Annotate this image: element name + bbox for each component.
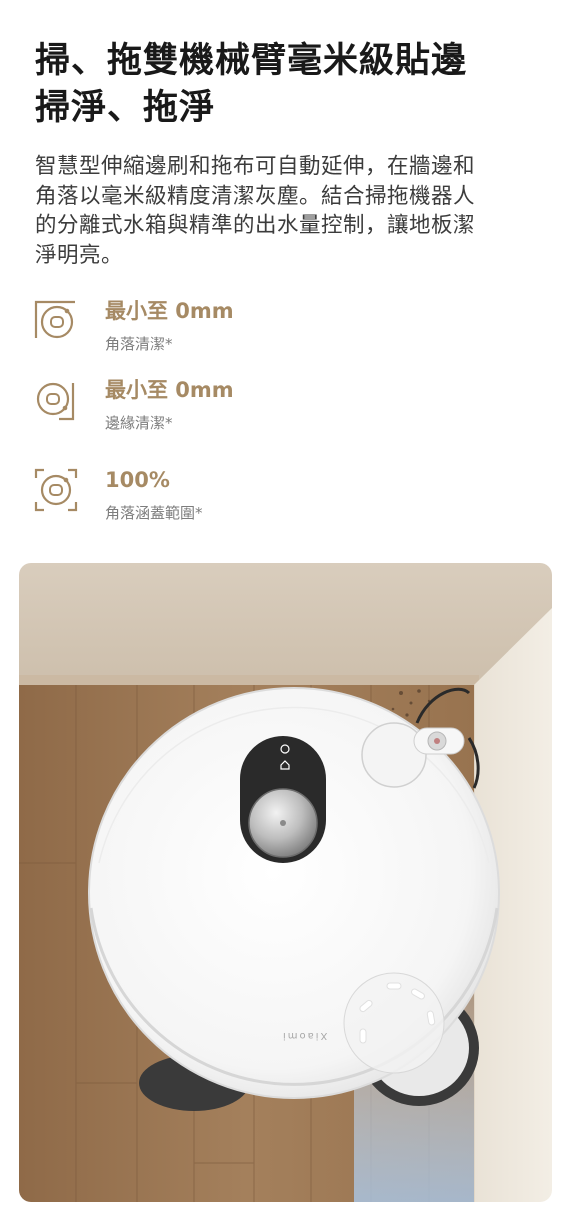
edge-cleaning-icon	[36, 382, 75, 421]
description-line-1: 智慧型伸縮邊刷和拖布可自動延伸，在牆邊和	[35, 154, 476, 179]
description-line-2: 角落以毫米級精度清潔灰塵。結合掃拖機器人	[35, 183, 476, 209]
product-photo: Xiaomi	[19, 563, 552, 1202]
feature-value: 最小至 0mm	[105, 378, 234, 402]
headline-line-2: 掃淨、拖淨	[35, 88, 216, 128]
feature-label: 角落清潔*	[105, 335, 173, 353]
feature-value: 最小至 0mm	[105, 299, 234, 323]
headline-line-1: 掃、拖雙機械臂毫米級貼邊	[35, 41, 468, 81]
corner-cleaning-icon	[34, 300, 75, 339]
feature-label: 角落涵蓋範圍*	[105, 504, 203, 522]
description: 智慧型伸縮邊刷和拖布可自動延伸，在牆邊和 角落以毫米級精度清潔灰塵。結合掃拖機器…	[35, 152, 535, 270]
feature-value: 100%	[105, 468, 170, 492]
corner-coverage-icon	[34, 468, 78, 512]
feature-corner-cleaning: 最小至 0mm 角落清潔*	[33, 298, 433, 358]
robot-vacuum-illustration	[19, 563, 552, 1202]
description-line-4: 淨明亮。	[35, 242, 124, 268]
brand-logo-text: Xiaomi	[281, 1030, 328, 1041]
feature-edge-cleaning: 最小至 0mm 邊緣清潔*	[33, 377, 433, 437]
headline: 掃、拖雙機械臂毫米級貼邊 掃淨、拖淨	[35, 38, 545, 132]
description-line-3: 的分離式水箱與精準的出水量控制，讓地板潔	[35, 213, 476, 238]
feature-corner-coverage: 100% 角落涵蓋範圍*	[33, 467, 433, 527]
feature-label: 邊緣清潔*	[105, 414, 173, 432]
